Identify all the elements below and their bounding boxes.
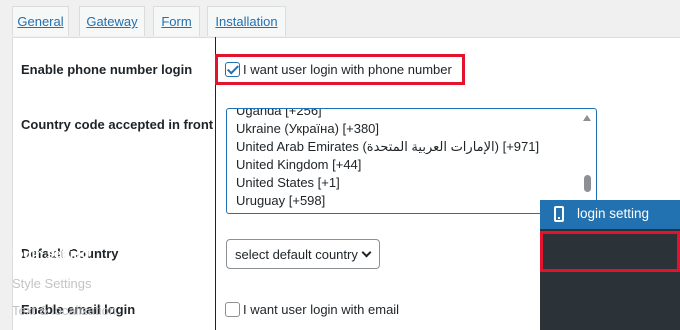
login-setting-highlight xyxy=(540,231,680,272)
submenu-style-settings[interactable]: Style Settings xyxy=(12,276,92,291)
admin-menu-header-label: login setting xyxy=(577,206,650,221)
submenu-text-localization[interactable]: Text & localization xyxy=(12,303,116,318)
scroll-thumb[interactable] xyxy=(584,175,591,192)
country-code-label: Country code accepted in front xyxy=(21,117,214,132)
chevron-down-icon xyxy=(361,247,372,258)
smartphone-icon xyxy=(554,206,564,222)
country-option[interactable]: United Arab Emirates (‫الإمارات العربية … xyxy=(236,138,576,156)
admin-menu-header[interactable]: login setting xyxy=(540,200,680,229)
email-login-checkbox[interactable] xyxy=(225,302,240,317)
tab-form[interactable]: Form xyxy=(153,6,200,36)
country-option[interactable]: United Kingdom [+44] xyxy=(236,156,576,174)
phone-login-highlight xyxy=(215,54,465,85)
scroll-up-arrow-icon[interactable] xyxy=(583,115,591,121)
listbox-scrollbar[interactable] xyxy=(580,109,596,213)
submenu-login-setting[interactable]: login setting xyxy=(12,246,89,261)
country-option[interactable]: United States [+1] xyxy=(236,174,576,192)
default-country-value: select default country xyxy=(235,246,358,262)
country-option[interactable]: Ukraine (Україна) [+380] xyxy=(236,120,576,138)
settings-tabs: General Gateway Form Installation xyxy=(0,0,680,38)
phone-login-label: Enable phone number login xyxy=(21,62,193,77)
email-login-checkbox-label: I want user login with email xyxy=(243,302,400,317)
tab-general[interactable]: General xyxy=(12,6,69,36)
country-option[interactable]: Uganda [+256] xyxy=(236,109,576,120)
tab-gateway[interactable]: Gateway xyxy=(79,6,145,36)
country-option[interactable]: Uruguay [+598] xyxy=(236,192,576,210)
country-code-listbox[interactable]: Uganda [+256] Ukraine (Україна) [+380] U… xyxy=(226,108,597,214)
default-country-select[interactable]: select default country xyxy=(226,239,380,269)
tab-installation[interactable]: Installation xyxy=(207,6,286,36)
